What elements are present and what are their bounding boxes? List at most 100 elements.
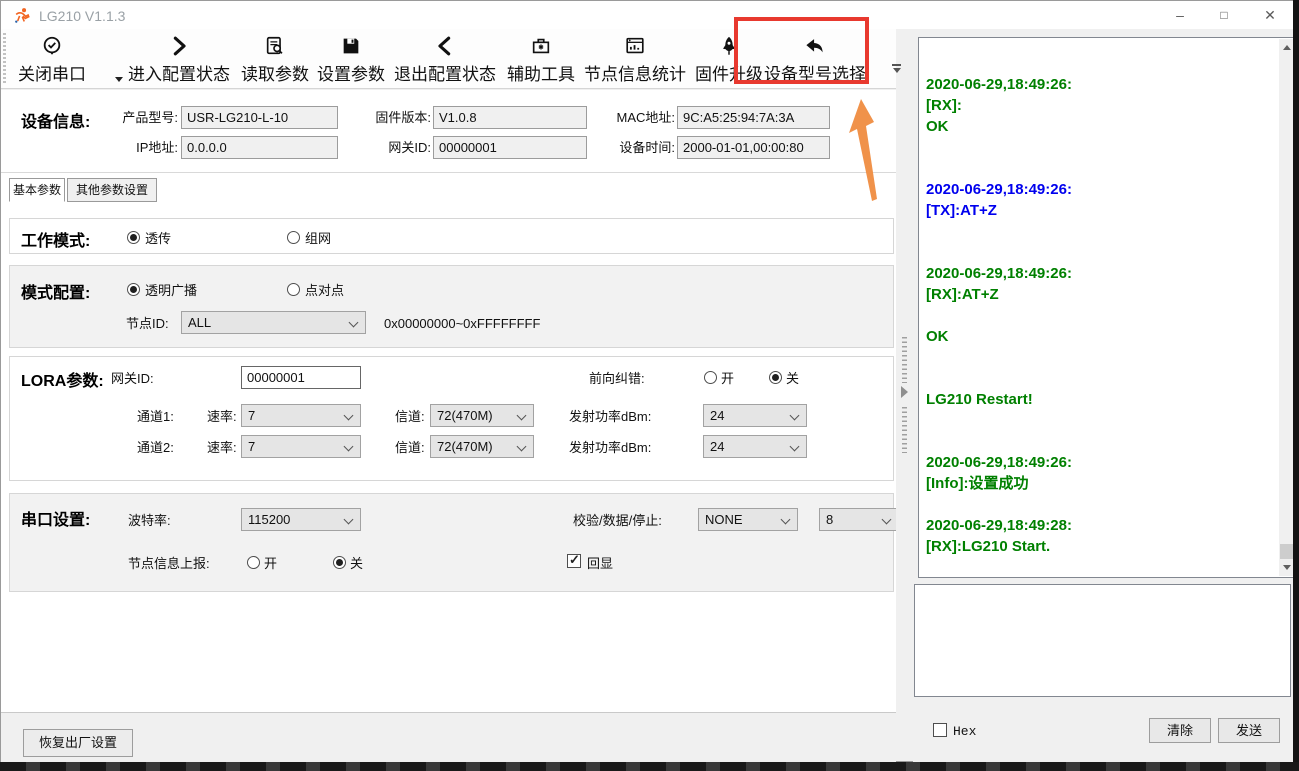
- radio-label[interactable]: 开: [721, 367, 734, 390]
- radio-label[interactable]: 透明广播: [145, 279, 197, 302]
- channel2-channel-select[interactable]: 72(470M): [430, 435, 534, 458]
- maximize-button[interactable]: □: [1207, 1, 1241, 29]
- log-line: [TX]:AT+Z: [926, 200, 1278, 221]
- toolbox-icon: [530, 33, 552, 59]
- echo-label[interactable]: 回显: [587, 552, 613, 575]
- radio-transparent[interactable]: [127, 231, 140, 244]
- minimize-button[interactable]: –: [1163, 1, 1197, 29]
- gateway-id-value: 00000001: [433, 136, 587, 159]
- radio-fec-off[interactable]: [769, 371, 782, 384]
- lora-gateway-id-input[interactable]: [241, 366, 361, 389]
- field-label: IP地址:: [106, 136, 178, 159]
- parity-label: 校验/数据/停止:: [573, 509, 662, 532]
- parity-select[interactable]: NONE: [698, 508, 798, 531]
- node-id-select[interactable]: ALL: [181, 311, 366, 334]
- toolbar-node-stats[interactable]: 节点信息统计: [579, 31, 691, 87]
- radio-label[interactable]: 关: [350, 552, 363, 575]
- log-line: [926, 221, 1278, 242]
- log-line: [926, 494, 1278, 515]
- radio-label[interactable]: 关: [786, 367, 799, 390]
- log-line: [RX]:: [926, 95, 1278, 116]
- tab-other-params[interactable]: 其他参数设置: [67, 178, 157, 202]
- toolbar-read-params[interactable]: 读取参数: [237, 31, 313, 87]
- toolbar-exit-config[interactable]: 退出配置状态: [389, 31, 501, 87]
- log-entry: 2020-06-29,18:49:26:[Info]:设置成功: [926, 452, 1278, 515]
- log-line: 2020-06-29,18:49:28:: [926, 515, 1278, 536]
- chevron-right-icon: [168, 33, 190, 59]
- databits-select[interactable]: 8: [819, 508, 896, 531]
- radio-label[interactable]: 组网: [305, 227, 331, 250]
- splitter-collapse-icon[interactable]: [901, 386, 908, 398]
- field-label: 产品型号:: [106, 106, 178, 129]
- config-panel: 设备信息: 产品型号: USR-LG210-L-10 固件版本: V1.0.8 …: [1, 90, 896, 712]
- send-button[interactable]: 发送: [1218, 718, 1280, 743]
- footer-bar: 恢复出厂设置: [1, 712, 896, 763]
- splitter-grip: [902, 407, 907, 453]
- close-button[interactable]: ✕: [1253, 1, 1287, 29]
- baud-label: 波特率:: [128, 509, 171, 532]
- baud-select[interactable]: 115200: [241, 508, 361, 531]
- radio-report-on[interactable]: [247, 556, 260, 569]
- log-line: [926, 305, 1278, 326]
- hex-label[interactable]: Hex: [953, 724, 976, 739]
- field-label: 设备时间:: [603, 136, 675, 159]
- toolbar-aux-tools[interactable]: 辅助工具: [503, 31, 579, 87]
- app-logo-icon: [13, 7, 30, 24]
- save-icon: [340, 33, 362, 59]
- log-line: [926, 368, 1278, 389]
- toolbar-enter-config[interactable]: 进入配置状态: [123, 31, 235, 87]
- radio-label[interactable]: 开: [264, 552, 277, 575]
- serial-check-icon: [41, 33, 63, 59]
- toolbar-close-serial[interactable]: 关闭串口: [9, 31, 95, 87]
- channel2-rate-select[interactable]: 7: [241, 435, 361, 458]
- log-line: [926, 347, 1278, 368]
- log-line: [926, 431, 1278, 452]
- serial-title: 串口设置:: [21, 506, 90, 530]
- log-line: 2020-06-29,18:49:26:: [926, 452, 1278, 473]
- read-params-icon: [264, 33, 286, 59]
- channel1-power-select[interactable]: 24: [703, 404, 807, 427]
- channel1-rate-select[interactable]: 7: [241, 404, 361, 427]
- channel1-channel-select[interactable]: 72(470M): [430, 404, 534, 427]
- clear-button[interactable]: 清除: [1149, 718, 1211, 743]
- log-box[interactable]: 2020-06-29,18:49:26:[RX]:OK 2020-06-29,18…: [918, 37, 1297, 578]
- node-id-label: 节点ID:: [126, 312, 169, 335]
- mode-config-title: 模式配置:: [21, 279, 90, 303]
- toolbar-set-params[interactable]: 设置参数: [313, 31, 389, 87]
- device-info-title: 设备信息:: [21, 108, 90, 132]
- radio-network[interactable]: [287, 231, 300, 244]
- tab-basic-params[interactable]: 基本参数: [9, 178, 65, 202]
- radio-label[interactable]: 点对点: [305, 279, 344, 302]
- radio-report-off[interactable]: [333, 556, 346, 569]
- panel-splitter[interactable]: [896, 29, 913, 763]
- log-line: LG210 Restart!: [926, 389, 1278, 410]
- splitter-grip: [902, 337, 907, 383]
- toolbar-grip[interactable]: [3, 33, 6, 85]
- send-input[interactable]: [914, 584, 1291, 697]
- restore-factory-button[interactable]: 恢复出厂设置: [23, 729, 133, 757]
- hex-checkbox[interactable]: [933, 723, 947, 737]
- power-label: 发射功率dBm:: [569, 405, 651, 428]
- log-entry: 2020-06-29,18:49:26:[RX]:OK: [926, 74, 1278, 179]
- radio-broadcast[interactable]: [127, 283, 140, 296]
- annotation-arrow-icon: [846, 93, 886, 205]
- node-stats-icon: [624, 33, 646, 59]
- radio-label[interactable]: 透传: [145, 227, 171, 250]
- comm-panel: 2020-06-29,18:49:26:[RX]:OK 2020-06-29,18…: [913, 29, 1294, 763]
- radio-p2p[interactable]: [287, 283, 300, 296]
- channel2-power-select[interactable]: 24: [703, 435, 807, 458]
- scrollbar-thumb[interactable]: [1280, 544, 1294, 560]
- chevron-left-icon: [434, 33, 456, 59]
- dropdown-arrow-icon[interactable]: [115, 77, 123, 82]
- app-window: LG210 V1.1.3 – □ ✕ 关闭串口 进入配置状态: [0, 0, 1293, 762]
- divider: [1, 172, 896, 173]
- lora-gateway-id-label: 网关ID:: [111, 367, 154, 390]
- channel2-label: 通道2:: [137, 436, 174, 459]
- field-label: 固件版本:: [359, 106, 431, 129]
- toolbar-label: 退出配置状态: [394, 60, 496, 85]
- radio-fec-on[interactable]: [704, 371, 717, 384]
- log-entry: LG210 Restart!: [926, 389, 1278, 452]
- rate-label: 速率:: [207, 436, 237, 459]
- firmware-version-value: V1.0.8: [433, 106, 587, 129]
- echo-checkbox[interactable]: [567, 554, 581, 568]
